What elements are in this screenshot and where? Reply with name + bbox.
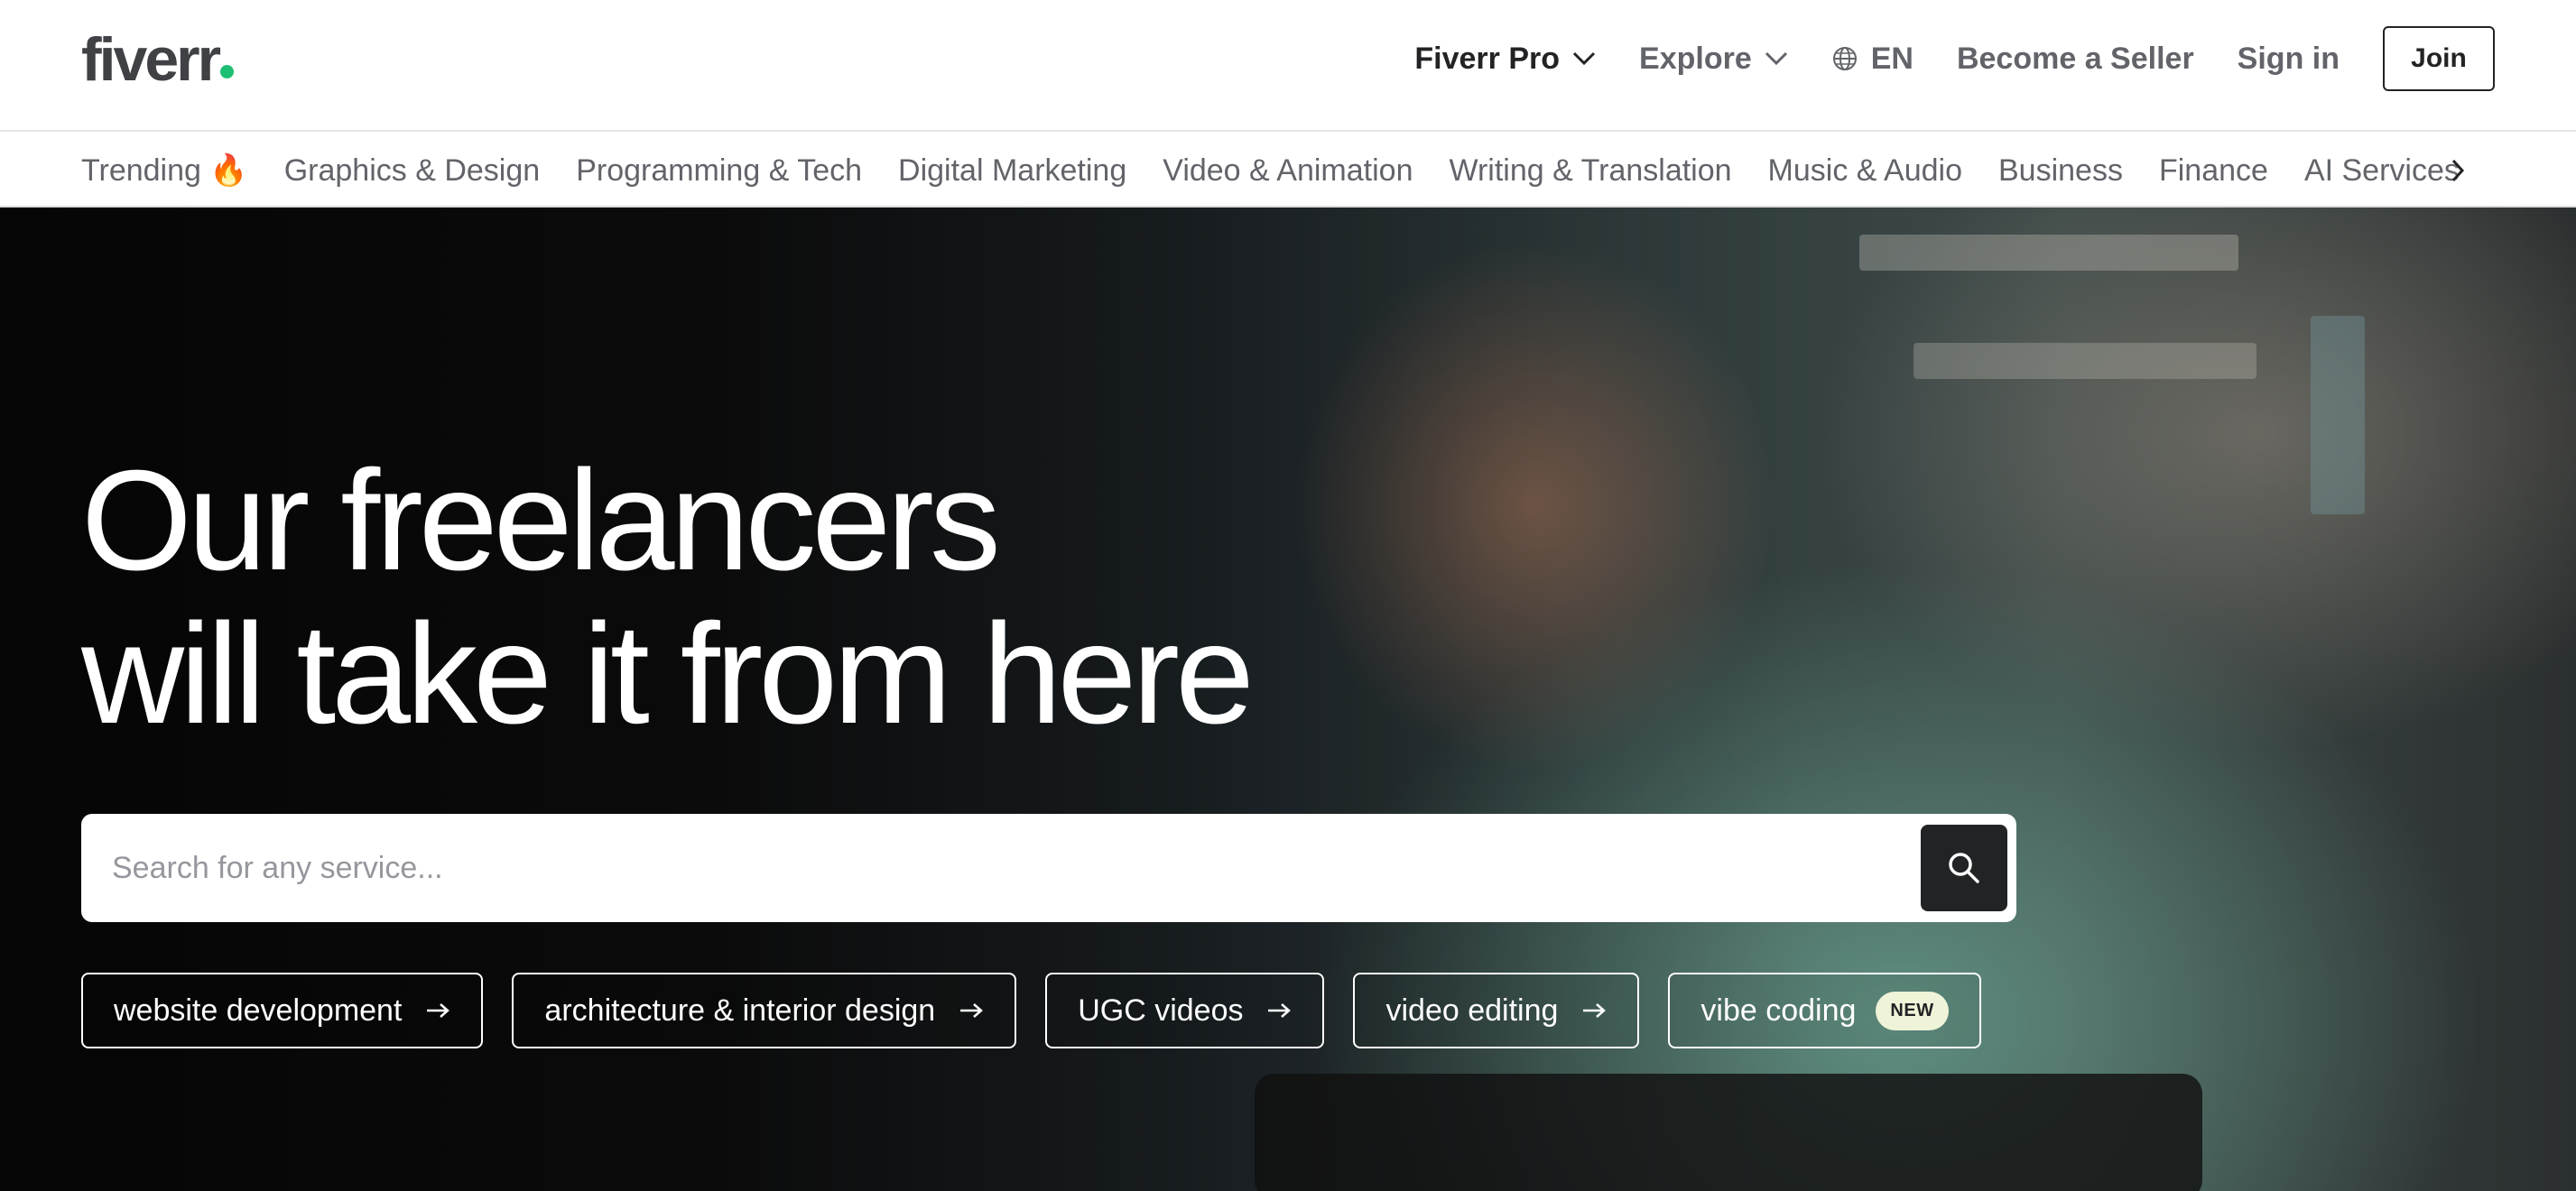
chip-website-development[interactable]: website development bbox=[81, 973, 484, 1048]
explore-label: Explore bbox=[1639, 41, 1752, 76]
category-item-graphics-design[interactable]: Graphics & Design bbox=[284, 153, 540, 189]
logo-dot bbox=[220, 65, 235, 78]
category-bar: Trending 🔥 Graphics & Design Programming… bbox=[0, 134, 2576, 208]
sign-in-link[interactable]: Sign in bbox=[2238, 42, 2340, 77]
chip-label: vibe coding bbox=[1700, 992, 1857, 1028]
chevron-right-icon[interactable] bbox=[2450, 153, 2468, 188]
search-button[interactable] bbox=[1921, 825, 2007, 911]
category-item-business[interactable]: Business bbox=[1998, 153, 2123, 189]
search-icon bbox=[1949, 853, 1979, 883]
chip-label: website development bbox=[114, 992, 403, 1028]
category-list: Trending 🔥 Graphics & Design Programming… bbox=[81, 134, 2496, 206]
become-seller-link[interactable]: Become a Seller bbox=[1957, 42, 2194, 77]
top-header: fiverr Fiverr Pro Explore EN Become a Se… bbox=[0, 0, 2576, 132]
chip-architecture-interior-design[interactable]: architecture & interior design bbox=[512, 973, 1017, 1048]
fiverr-pro-menu[interactable]: Fiverr Pro bbox=[1414, 42, 1596, 77]
category-item-video-animation[interactable]: Video & Animation bbox=[1163, 153, 1413, 189]
hero-headline: Our freelancers will take it from here bbox=[81, 441, 1255, 753]
chip-label: video editing bbox=[1385, 992, 1559, 1028]
explore-menu[interactable]: Explore bbox=[1639, 42, 1788, 77]
category-item-finance[interactable]: Finance bbox=[2159, 153, 2268, 189]
logo-text: fiverr bbox=[81, 25, 221, 94]
globe-icon bbox=[1832, 47, 1857, 70]
chip-vibe-coding[interactable]: vibe coding NEW bbox=[1668, 973, 1981, 1048]
fiverr-logo[interactable]: fiverr bbox=[81, 23, 235, 96]
arrow-right-icon bbox=[960, 1003, 984, 1018]
category-item-trending[interactable]: Trending 🔥 bbox=[81, 152, 248, 189]
arrow-right-icon bbox=[1583, 1003, 1607, 1018]
category-item-ai-services[interactable]: AI Services bbox=[2304, 153, 2460, 189]
popular-search-chips: website development architecture & inter… bbox=[81, 973, 2010, 1048]
search-bar bbox=[81, 814, 2016, 922]
chevron-down-icon bbox=[1765, 51, 1787, 66]
category-item-music-audio[interactable]: Music & Audio bbox=[1768, 153, 1962, 189]
search-input[interactable] bbox=[112, 814, 1917, 922]
hero-banner: Our freelancers will take it from here w… bbox=[0, 208, 2576, 1191]
language-selector[interactable]: EN bbox=[1831, 42, 1913, 77]
hero-headline-line1: Our freelancers bbox=[81, 441, 1001, 600]
chip-label: architecture & interior design bbox=[544, 992, 936, 1028]
category-item-digital-marketing[interactable]: Digital Marketing bbox=[898, 153, 1126, 189]
arrow-right-icon bbox=[1268, 1003, 1292, 1018]
chip-ugc-videos[interactable]: UGC videos bbox=[1045, 973, 1325, 1048]
category-fade bbox=[2450, 134, 2576, 206]
category-item-programming-tech[interactable]: Programming & Tech bbox=[576, 153, 862, 189]
chevron-down-icon bbox=[1572, 51, 1596, 66]
join-button[interactable]: Join bbox=[2383, 26, 2495, 91]
chip-label: UGC videos bbox=[1078, 992, 1244, 1028]
fiverr-pro-label: Fiverr Pro bbox=[1414, 41, 1561, 76]
header-nav: Fiverr Pro Explore EN Become a Seller Si… bbox=[1371, 26, 2495, 91]
language-label: EN bbox=[1870, 41, 1913, 76]
category-item-writing-translation[interactable]: Writing & Translation bbox=[1449, 153, 1731, 189]
hero-headline-line2: will take it from here bbox=[81, 595, 1255, 753]
new-badge: NEW bbox=[1876, 991, 1949, 1030]
arrow-right-icon bbox=[427, 1003, 450, 1018]
chip-video-editing[interactable]: video editing bbox=[1353, 973, 1640, 1048]
